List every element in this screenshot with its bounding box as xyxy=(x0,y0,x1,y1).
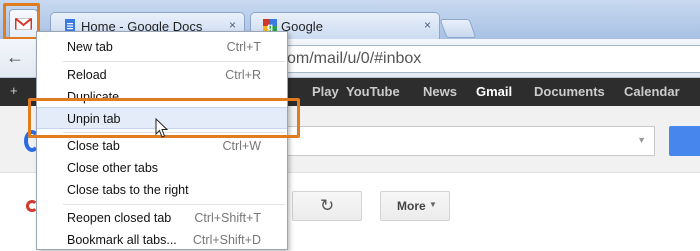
menu-separator xyxy=(63,204,285,205)
tab-context-menu: New tab Ctrl+T Reload Ctrl+R Duplicate U… xyxy=(36,31,288,250)
menu-item-close-other-tabs[interactable]: Close other tabs xyxy=(37,157,287,179)
dropdown-arrow-icon[interactable]: ▼ xyxy=(637,135,646,145)
menu-item-shortcut: Ctrl+T xyxy=(226,40,261,54)
search-button[interactable] xyxy=(669,126,700,156)
mouse-cursor-icon xyxy=(155,118,169,138)
gbar-item-news[interactable]: News xyxy=(423,84,457,99)
menu-item-close-tabs-right[interactable]: Close tabs to the right xyxy=(37,179,287,201)
menu-item-label: Reload xyxy=(67,68,107,82)
menu-item-bookmark-all-tabs[interactable]: Bookmark all tabs... Ctrl+Shift+D xyxy=(37,229,287,251)
gbar-item-gmail[interactable]: Gmail xyxy=(476,84,512,99)
tab-title: Google xyxy=(281,19,323,34)
menu-item-new-tab[interactable]: New tab Ctrl+T xyxy=(37,36,287,58)
menu-item-reopen-closed-tab[interactable]: Reopen closed tab Ctrl+Shift+T xyxy=(37,207,287,229)
menu-item-reload[interactable]: Reload Ctrl+R xyxy=(37,64,287,86)
menu-item-shortcut: Ctrl+Shift+D xyxy=(192,233,261,247)
more-button[interactable]: More ▼ xyxy=(380,191,450,221)
more-label: More xyxy=(397,199,426,213)
gbar-plus[interactable]: + xyxy=(10,83,18,98)
menu-separator xyxy=(63,61,285,62)
refresh-icon: ↻ xyxy=(320,196,335,215)
url-text: om/mail/u/0/#inbox xyxy=(287,50,422,67)
close-icon[interactable]: × xyxy=(229,18,236,32)
menu-item-label: New tab xyxy=(67,40,113,54)
menu-item-label: Bookmark all tabs... xyxy=(67,233,177,247)
menu-item-shortcut: Ctrl+Shift+T xyxy=(194,211,261,225)
gbar-item-documents[interactable]: Documents xyxy=(534,84,605,99)
new-tab-button[interactable] xyxy=(439,19,477,38)
gbar-item-youtube[interactable]: YouTube xyxy=(346,84,400,99)
menu-item-shortcut: Ctrl+W xyxy=(222,139,261,153)
pinned-tab-highlight xyxy=(3,3,40,40)
chevron-down-icon: ▼ xyxy=(429,200,437,209)
menu-item-label: Close tab xyxy=(67,139,120,153)
menu-item-label: Reopen closed tab xyxy=(67,211,172,225)
back-arrow-icon[interactable]: ← xyxy=(6,47,24,68)
menu-item-label: Close other tabs xyxy=(67,161,159,175)
menu-item-label: Close tabs to the right xyxy=(67,183,189,197)
refresh-button[interactable]: ↻ xyxy=(292,191,362,221)
gbar-item-calendar[interactable]: Calendar xyxy=(624,84,680,99)
gbar-item-play[interactable]: Play xyxy=(312,84,339,99)
menu-item-shortcut: Ctrl+R xyxy=(225,68,261,82)
close-icon[interactable]: × xyxy=(424,18,431,32)
search-input[interactable]: ▼ xyxy=(285,126,655,156)
